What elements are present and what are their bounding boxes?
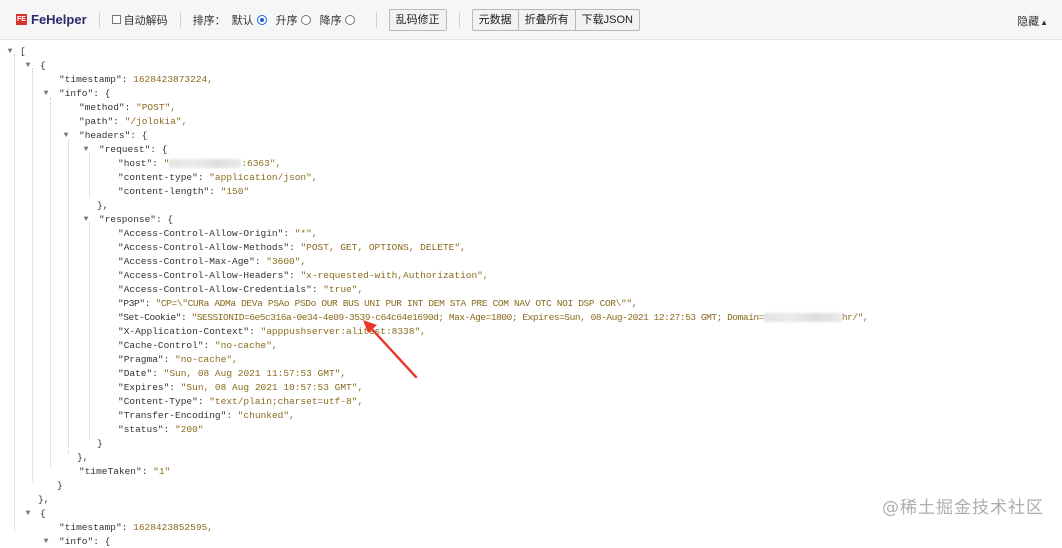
json-line: "response": { — [99, 214, 174, 225]
sort-desc-label: 降序 — [319, 14, 342, 27]
json-line: "Expires": "Sun, 08 Aug 2021 10:57:53 GM… — [118, 382, 364, 393]
toolbar-divider — [375, 11, 377, 28]
json-line: "Access-Control-Allow-Credentials": "tru… — [118, 284, 364, 295]
sort-default-label: 默认 — [231, 14, 254, 27]
json-line: "method": "POST", — [79, 102, 176, 113]
indent-guide — [68, 139, 69, 454]
collapse-all-button[interactable]: 折叠所有 — [517, 8, 575, 31]
hide-toolbar-link[interactable]: 隐藏▲ — [1017, 13, 1048, 29]
auto-decode-label: 自动解码 — [123, 14, 168, 27]
sort-desc-radio[interactable] — [344, 14, 355, 25]
json-line: } — [97, 438, 103, 449]
json-line: }, — [97, 200, 109, 211]
collapse-toggle-icon[interactable]: ▼ — [81, 213, 91, 226]
json-line: }, — [77, 452, 89, 463]
sort-asc-option[interactable]: 升序 — [276, 12, 311, 28]
sort-desc-option[interactable]: 降序 — [320, 12, 355, 28]
raw-data-button[interactable]: 元数据 — [471, 8, 518, 31]
json-line: "status": "200" — [118, 424, 204, 435]
sort-default-option[interactable]: 默认 — [232, 12, 267, 28]
indent-guide — [50, 98, 51, 468]
toolbar-divider — [98, 11, 100, 28]
json-line: "headers": { — [79, 130, 148, 141]
json-line: "Date": "Sun, 08 Aug 2021 11:57:53 GMT", — [118, 368, 347, 379]
json-line: "host": ":6363", — [118, 158, 282, 169]
json-line: { — [40, 60, 46, 71]
json-line: { — [40, 508, 46, 519]
toolbar-divider — [458, 11, 460, 28]
sort-default-radio[interactable] — [256, 14, 267, 25]
caret-up-icon: ▲ — [1040, 18, 1048, 27]
collapse-toggle-icon[interactable]: ▼ — [61, 129, 71, 142]
json-line: "timestamp": 1628423873224, — [59, 74, 213, 85]
json-line: "content-length": "150" — [118, 186, 250, 197]
download-json-button[interactable]: 下载JSON — [574, 8, 640, 31]
indent-guide — [89, 221, 90, 440]
sort-label: 排序： — [192, 14, 226, 27]
json-line: "timestamp": 1628423852595, — [59, 522, 213, 533]
json-line: "Access-Control-Allow-Methods": "POST, G… — [118, 242, 466, 253]
json-line: "info": { — [59, 536, 111, 547]
collapse-toggle-icon[interactable]: ▼ — [41, 535, 51, 548]
hide-label: 隐藏 — [1017, 16, 1040, 28]
json-line: "path": "/jolokia", — [79, 116, 188, 127]
collapse-toggle-icon[interactable]: ▼ — [5, 45, 15, 58]
indent-guide — [32, 68, 33, 482]
json-line: "timeTaken": "1" — [79, 466, 171, 477]
json-line: "Cache-Control": "no-cache", — [118, 340, 278, 351]
collapse-toggle-icon[interactable]: ▼ — [81, 143, 91, 156]
fehelper-logo: FE FeHelper — [16, 12, 87, 27]
logo-text: FeHelper — [31, 12, 87, 27]
json-line: "content-type": "application/json", — [118, 172, 318, 183]
collapse-toggle-icon[interactable]: ▼ — [23, 507, 33, 520]
json-line: "Access-Control-Allow-Origin": "*", — [118, 228, 318, 239]
fix-garbled-button[interactable]: 乱码修正 — [388, 8, 447, 31]
fehelper-logo-icon: FE — [16, 14, 27, 25]
toolbar: FE FeHelper 自动解码 排序： 默认 升序 降序 乱码修正 元数据 折… — [0, 0, 1062, 40]
indent-guide — [89, 152, 90, 197]
json-line: "Access-Control-Allow-Headers": "x-reque… — [118, 270, 489, 281]
redacted-domain — [763, 312, 842, 322]
annotation-arrow-icon — [363, 320, 418, 379]
view-button-group: 元数据 折叠所有 下载JSON — [471, 8, 640, 31]
collapse-toggle-icon[interactable]: ▼ — [41, 87, 51, 100]
json-line: }, — [38, 494, 50, 505]
watermark: @稀土掘金技术社区 — [882, 498, 1044, 518]
json-line: [ — [20, 46, 26, 57]
auto-decode-checkbox[interactable] — [111, 15, 121, 24]
json-line: "request": { — [99, 144, 168, 155]
sort-asc-label: 升序 — [275, 14, 298, 27]
json-tree: ▼ [ ▼ { "timestamp": 1628423873224, ▼ "i… — [0, 40, 1062, 547]
indent-guide — [14, 54, 15, 532]
toolbar-divider — [179, 11, 181, 28]
collapse-toggle-icon[interactable]: ▼ — [23, 59, 33, 72]
sort-asc-radio[interactable] — [300, 14, 311, 25]
json-line: } — [57, 480, 63, 491]
json-line: "Set-Cookie": "SESSIONID=6e5c316a-0e34-4… — [118, 312, 869, 323]
auto-decode-option[interactable]: 自动解码 — [111, 12, 168, 28]
json-line: "Content-Type": "text/plain;charset=utf-… — [118, 396, 364, 407]
json-line: "info": { — [59, 88, 111, 99]
redacted-host — [169, 158, 242, 168]
json-line: "P3P": "CP=\"CURa ADMa DEVa PSAo PSDo OU… — [118, 298, 638, 309]
json-line: "Access-Control-Max-Age": "3600", — [118, 256, 307, 267]
json-line: "Transfer-Encoding": "chunked", — [118, 410, 295, 421]
json-line: "Pragma": "no-cache", — [118, 354, 238, 365]
